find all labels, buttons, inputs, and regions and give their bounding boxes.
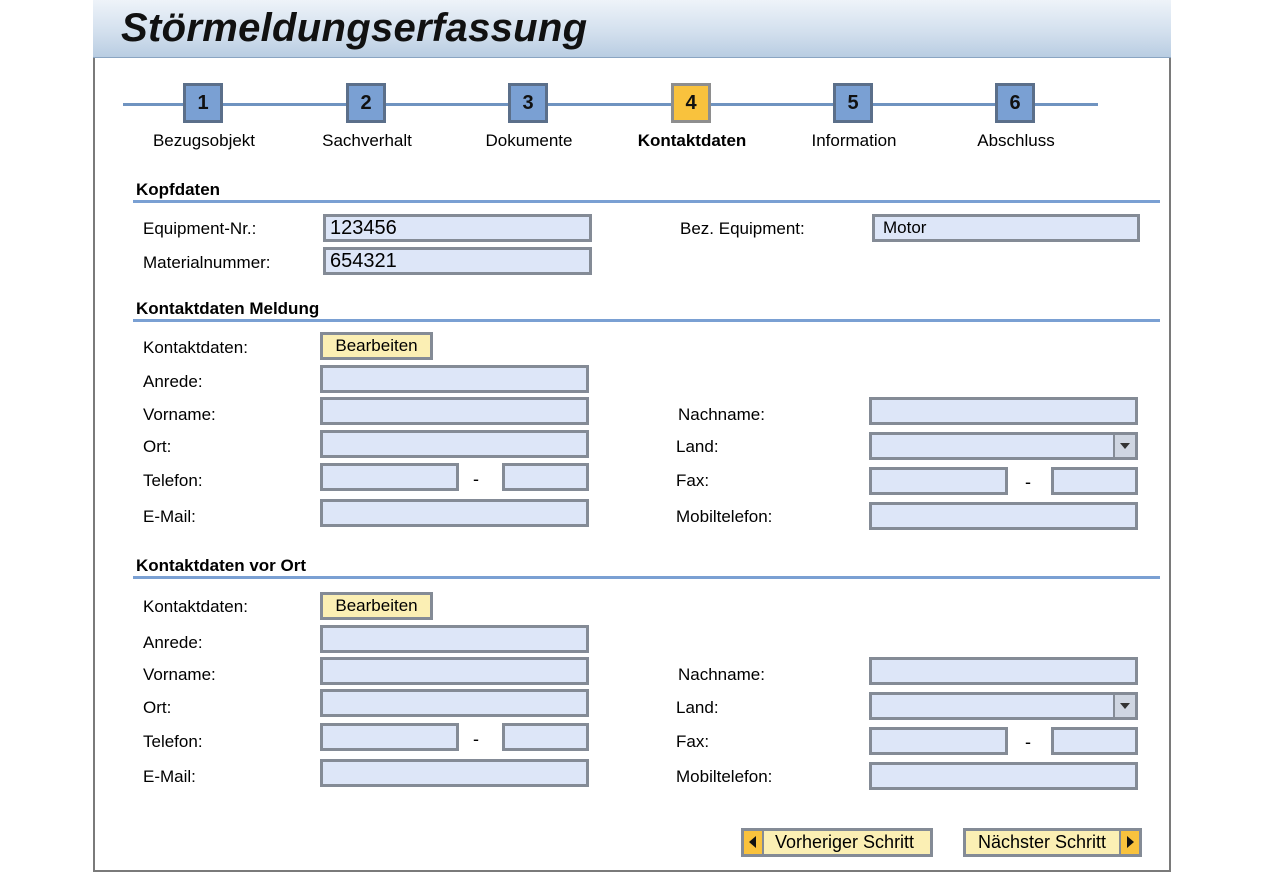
vorort-telefon-separator: -: [473, 729, 479, 749]
meldung-land-select[interactable]: [869, 432, 1138, 460]
meldung-telefon-separator: -: [473, 469, 479, 489]
bez-equipment-field[interactable]: Motor: [872, 214, 1140, 242]
materialnummer-label: Materialnummer:: [143, 253, 271, 272]
meldung-nachname-label: Nachname:: [678, 405, 765, 424]
vorort-fax-number-field[interactable]: [1051, 727, 1138, 755]
vorort-fax-label: Fax:: [676, 732, 710, 751]
meldung-ort-label: Ort:: [143, 437, 172, 456]
meldung-fax-separator: -: [1025, 472, 1031, 492]
arrow-right-icon: [1119, 831, 1139, 854]
step-3-box[interactable]: 3: [508, 83, 548, 123]
vorort-kontaktdaten-label: Kontaktdaten:: [143, 597, 248, 616]
meldung-mobil-label: Mobiltelefon:: [676, 507, 773, 526]
kontakt-meldung-rule: [133, 319, 1160, 322]
meldung-vorname-field[interactable]: [320, 397, 589, 425]
vorort-email-label: E-Mail:: [143, 767, 196, 786]
meldung-email-field[interactable]: [320, 499, 589, 527]
meldung-edit-button[interactable]: Bearbeiten: [320, 332, 433, 360]
vorort-vorname-label: Vorname:: [143, 665, 216, 684]
previous-step-button[interactable]: Vorheriger Schritt: [741, 828, 933, 857]
meldung-ort-field[interactable]: [320, 430, 589, 458]
kopfdaten-heading: Kopfdaten: [136, 180, 221, 199]
vorort-ort-field[interactable]: [320, 689, 589, 717]
next-step-label: Nächster Schritt: [978, 832, 1107, 852]
step-6-box[interactable]: 6: [995, 83, 1035, 123]
meldung-telefon-label: Telefon:: [143, 471, 203, 490]
step-1-box[interactable]: 1: [183, 83, 223, 123]
page-title: Störmeldungserfassung: [121, 6, 588, 50]
vorort-nachname-field[interactable]: [869, 657, 1138, 685]
vorort-mobil-label: Mobiltelefon:: [676, 767, 773, 786]
meldung-anrede-label: Anrede:: [143, 372, 203, 391]
vorort-telefon-label: Telefon:: [143, 732, 203, 751]
title-bar: Störmeldungserfassung: [93, 0, 1171, 58]
step-2-label: Sachverhalt: [322, 131, 412, 150]
step-5-label: Information: [811, 131, 897, 150]
meldung-telefon-number-field[interactable]: [502, 463, 589, 491]
equipment-nr-field[interactable]: 123456: [323, 214, 592, 242]
kontakt-meldung-heading: Kontaktdaten Meldung: [136, 299, 320, 318]
step-3-label: Dokumente: [485, 131, 573, 150]
vorort-telefon-prefix-field[interactable]: [320, 723, 459, 751]
chevron-down-icon[interactable]: [1113, 695, 1135, 717]
meldung-email-label: E-Mail:: [143, 507, 196, 526]
step-2-box[interactable]: 2: [346, 83, 386, 123]
vorort-anrede-label: Anrede:: [143, 633, 203, 652]
vorort-fax-prefix-field[interactable]: [869, 727, 1008, 755]
step-4-label: Kontaktdaten: [637, 131, 747, 150]
previous-step-label: Vorheriger Schritt: [775, 832, 915, 852]
equipment-nr-label: Equipment-Nr.:: [143, 219, 257, 238]
meldung-anrede-field[interactable]: [320, 365, 589, 393]
vorort-mobil-field[interactable]: [869, 762, 1138, 790]
steps-connector-line: [123, 103, 1098, 106]
meldung-fax-prefix-field[interactable]: [869, 467, 1008, 495]
bez-equipment-label: Bez. Equipment:: [680, 219, 805, 238]
kopfdaten-rule: [133, 200, 1160, 203]
kontakt-vor-ort-heading: Kontaktdaten vor Ort: [136, 556, 307, 575]
vorort-fax-separator: -: [1025, 732, 1031, 752]
meldung-vorname-label: Vorname:: [143, 405, 216, 424]
meldung-kontaktdaten-label: Kontaktdaten:: [143, 338, 248, 357]
vorort-telefon-number-field[interactable]: [502, 723, 589, 751]
step-4-box[interactable]: 4: [671, 83, 711, 123]
meldung-telefon-prefix-field[interactable]: [320, 463, 459, 491]
step-6-label: Abschluss: [977, 131, 1055, 150]
meldung-mobil-field[interactable]: [869, 502, 1138, 530]
meldung-land-label: Land:: [676, 437, 719, 456]
arrow-left-icon: [744, 831, 764, 854]
vorort-email-field[interactable]: [320, 759, 589, 787]
vorort-land-select[interactable]: [869, 692, 1138, 720]
step-1-label: Bezugsobjekt: [152, 131, 256, 150]
next-step-button[interactable]: Nächster Schritt: [963, 828, 1142, 857]
vorort-nachname-label: Nachname:: [678, 665, 765, 684]
vorort-ort-label: Ort:: [143, 698, 172, 717]
step-5-box[interactable]: 5: [833, 83, 873, 123]
meldung-fax-label: Fax:: [676, 471, 710, 490]
vorort-anrede-field[interactable]: [320, 625, 589, 653]
vorort-edit-button[interactable]: Bearbeiten: [320, 592, 433, 620]
vorort-vorname-field[interactable]: [320, 657, 589, 685]
chevron-down-icon[interactable]: [1113, 435, 1135, 457]
meldung-nachname-field[interactable]: [869, 397, 1138, 425]
materialnummer-field[interactable]: 654321: [323, 247, 592, 275]
vorort-land-label: Land:: [676, 698, 719, 717]
kontakt-vor-ort-rule: [133, 576, 1160, 579]
meldung-fax-number-field[interactable]: [1051, 467, 1138, 495]
